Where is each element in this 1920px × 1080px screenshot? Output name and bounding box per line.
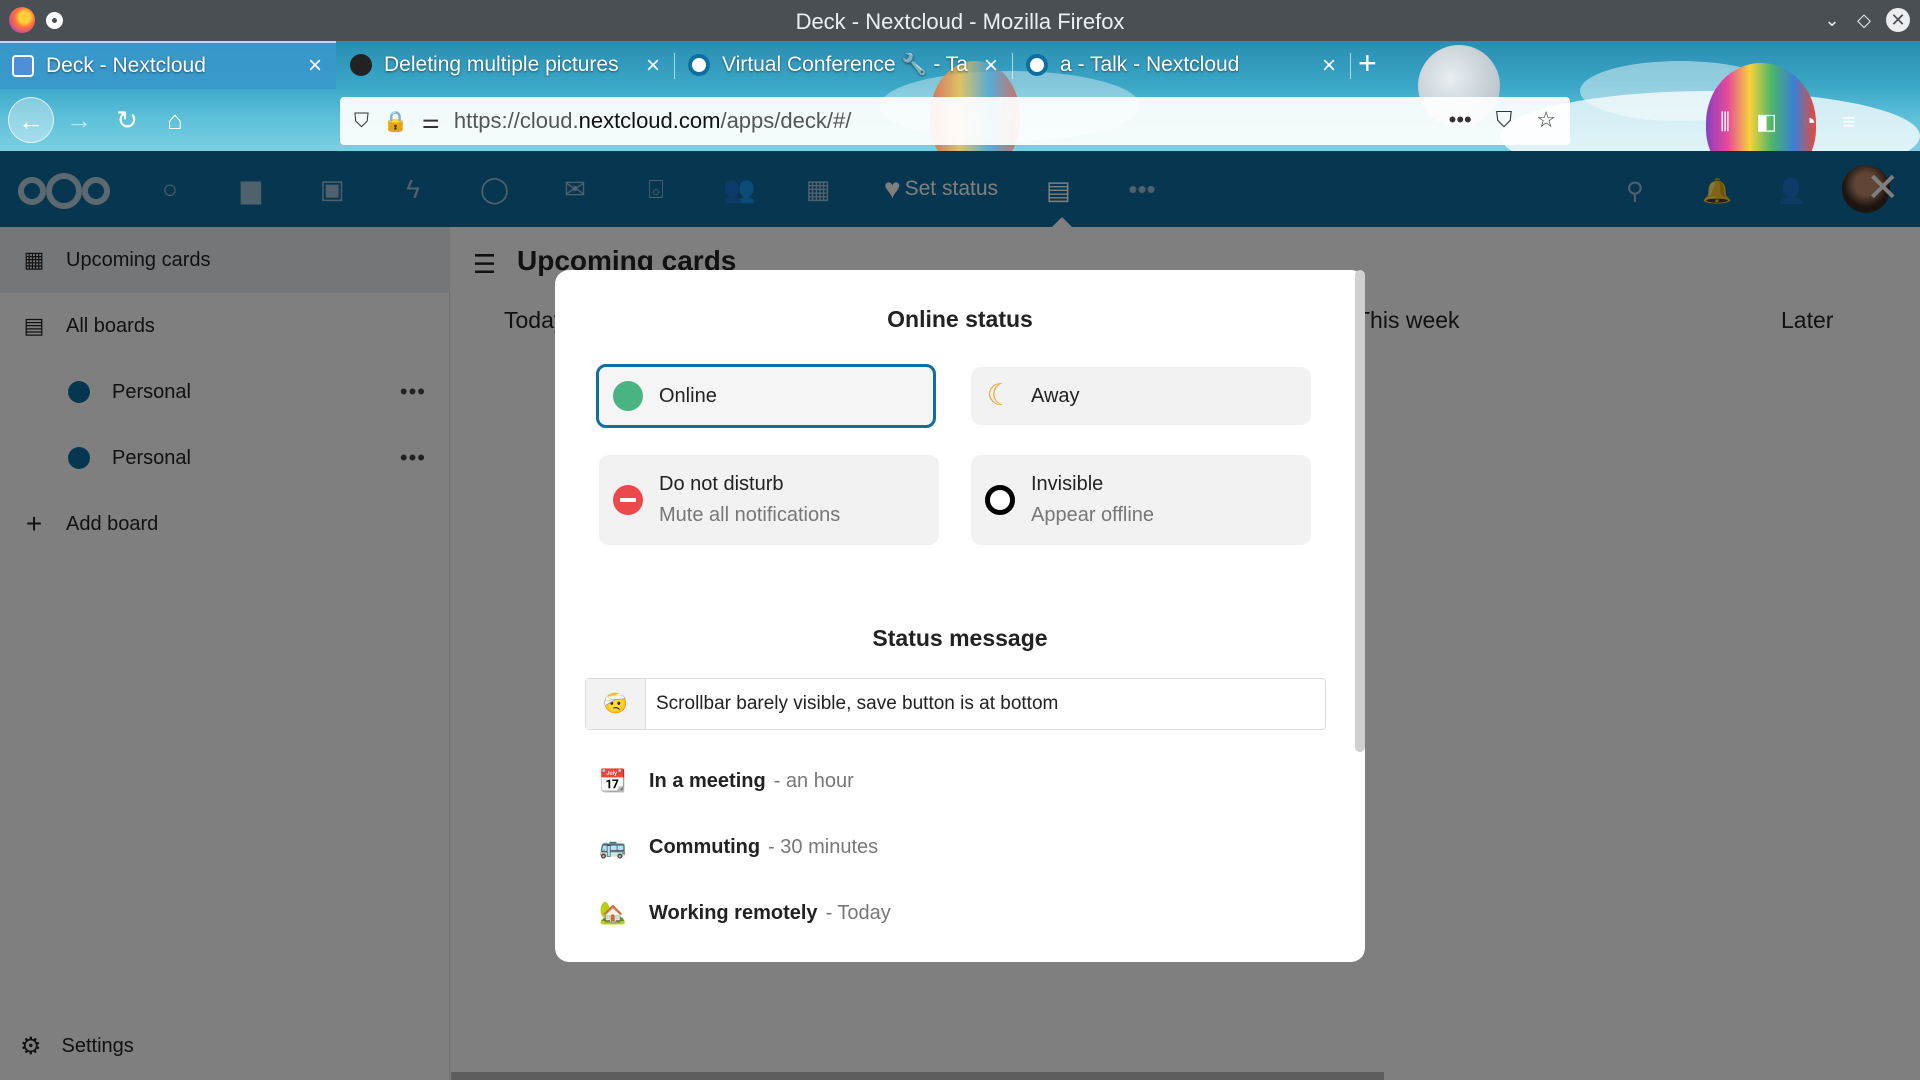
status-option-invisible[interactable]: Invisible Appear offline xyxy=(971,455,1311,545)
close-tab-icon[interactable]: × xyxy=(646,52,660,80)
github-favicon-icon xyxy=(350,54,372,76)
bookmark-star-icon[interactable]: ☆ xyxy=(1536,107,1556,133)
maximize-icon[interactable]: ◇ xyxy=(1852,8,1876,32)
emoji-picker-button[interactable]: 🤕 xyxy=(586,679,646,729)
lock-icon[interactable]: 🔒 xyxy=(383,109,408,134)
window-title: Deck - Nextcloud - Mozilla Firefox xyxy=(795,9,1125,34)
close-tab-icon[interactable]: × xyxy=(1322,52,1336,80)
do-not-disturb-icon xyxy=(613,485,643,515)
preset-commuting[interactable]: 🚌 Commuting - 30 minutes xyxy=(599,834,878,860)
navigation-toolbar: ← → ↻ ⌂ ⛉ 🔒 ⚌ https://cloud. nextcloud.co… xyxy=(0,91,1920,151)
status-option-do-not-disturb[interactable]: Do not disturb Mute all notifications xyxy=(599,455,939,545)
status-message-input[interactable]: 🤕 Scrollbar barely visible, save button … xyxy=(585,678,1326,730)
reload-icon[interactable]: ↻ xyxy=(104,97,150,143)
sidebar-toggle-icon[interactable]: ◧ xyxy=(1756,109,1777,135)
pocket-icon[interactable]: ⛉ xyxy=(1496,107,1513,133)
calendar-emoji-icon: 📆 xyxy=(599,768,627,793)
window-titlebar: Deck - Nextcloud - Mozilla Firefox ⌄ ◇ ✕ xyxy=(0,0,1920,41)
talk-favicon-icon xyxy=(1026,54,1048,76)
status-message-text[interactable]: Scrollbar barely visible, save button is… xyxy=(646,693,1058,715)
forward-arrow-icon[interactable]: → xyxy=(56,97,102,143)
url-bar[interactable]: ⛉ 🔒 ⚌ https://cloud. nextcloud.com/apps/d… xyxy=(340,97,1570,145)
new-tab-icon[interactable]: + xyxy=(1358,45,1377,82)
preset-working-remotely[interactable]: 🏡 Working remotely - Today xyxy=(599,900,891,926)
status-option-away[interactable]: ☾ Away xyxy=(971,367,1311,425)
hamburger-menu-icon[interactable]: ≡ xyxy=(1842,109,1855,135)
tab-github[interactable]: Deleting multiple pictures × xyxy=(338,43,674,87)
url-domain: nextcloud.com xyxy=(578,108,721,133)
browser-chrome: Deck - Nextcloud × Deleting multiple pic… xyxy=(0,41,1920,151)
close-window-icon[interactable]: ✕ xyxy=(1886,8,1910,32)
shield-icon[interactable]: ⛉ xyxy=(354,110,369,133)
tab-strip: Deck - Nextcloud × Deleting multiple pic… xyxy=(0,41,1920,89)
tab-deck[interactable]: Deck - Nextcloud × xyxy=(0,41,336,89)
tab-virtual-conference[interactable]: Virtual Conference 🔧 - Ta × xyxy=(676,43,1012,87)
account-icon[interactable]: ◔ xyxy=(1803,109,1816,135)
online-dot-icon xyxy=(613,381,643,411)
online-status-heading: Online status xyxy=(887,306,1033,332)
close-tab-icon[interactable]: × xyxy=(984,52,998,80)
bus-emoji-icon: 🚌 xyxy=(599,834,627,859)
page-actions-icon[interactable]: ••• xyxy=(1449,107,1472,133)
status-option-online[interactable]: Online xyxy=(596,364,936,428)
modal-scrollbar[interactable] xyxy=(1355,270,1365,752)
url-prefix: https://cloud. xyxy=(453,108,579,133)
tab-talk[interactable]: a - Talk - Nextcloud × xyxy=(1014,43,1350,87)
preset-in-a-meeting[interactable]: 📆 In a meeting - an hour xyxy=(599,768,854,794)
status-message-heading: Status message xyxy=(872,625,1048,651)
minimize-icon[interactable]: ⌄ xyxy=(1820,8,1844,32)
moon-icon: ☾ xyxy=(986,379,1014,412)
set-status-modal: Online status Online ☾ Away Do not distu… xyxy=(555,270,1365,962)
library-icon[interactable]: ⫼ xyxy=(1720,109,1730,135)
home-icon[interactable]: ⌂ xyxy=(152,97,198,143)
talk-favicon-icon xyxy=(688,54,710,76)
close-tab-icon[interactable]: × xyxy=(308,52,322,80)
url-path: /apps/deck/#/ xyxy=(720,108,852,133)
deck-favicon-icon xyxy=(12,55,34,77)
permissions-icon[interactable]: ⚌ xyxy=(422,109,440,134)
invisible-ring-icon xyxy=(985,485,1015,515)
back-arrow-icon[interactable]: ← xyxy=(8,97,54,143)
house-emoji-icon: 🏡 xyxy=(599,900,627,925)
